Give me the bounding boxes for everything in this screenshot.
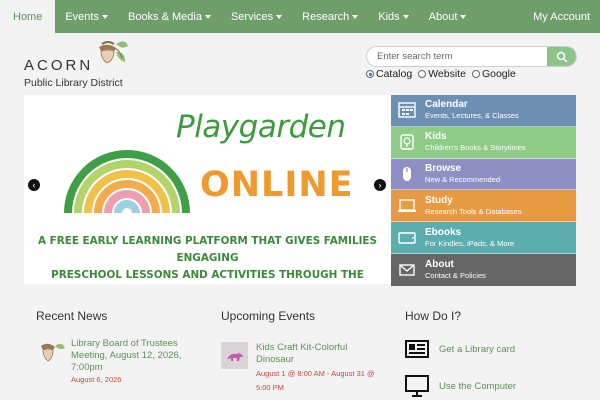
- quick-link-study[interactable]: Study Research Tools & Databases: [391, 190, 576, 223]
- quick-link-calendar-label: Calendar: [425, 99, 468, 111]
- nav-research-label: Research: [302, 10, 350, 23]
- quick-link-browse-sub: New & Recommended: [425, 174, 501, 184]
- quick-link-ebooks[interactable]: Ebooks For Kindles, iPads, & More: [391, 222, 576, 254]
- scope-google-label: Google: [481, 68, 516, 80]
- howdo-library-card[interactable]: Get a Library card: [405, 339, 515, 359]
- tablet-icon: [395, 227, 419, 249]
- event-thumbnail[interactable]: [221, 342, 248, 369]
- howdo-computer-label: Use the Computer: [439, 380, 517, 392]
- hero-carousel[interactable]: Playgarden ONLINE A FREE EARLY LEARNING …: [24, 95, 391, 284]
- news-item-title[interactable]: Library Board of Trustees Meeting, Augus…: [71, 338, 211, 374]
- nav-services-label: Services: [230, 10, 274, 23]
- upcoming-events-heading: Upcoming Events: [221, 309, 316, 323]
- my-account-label: My Account: [533, 10, 590, 23]
- nav-kids[interactable]: Kids: [368, 0, 418, 33]
- dinosaur-icon: [226, 352, 243, 361]
- quick-link-kids-sub: Children's Books & Storytimes: [425, 143, 526, 153]
- nav-events-label: Events: [65, 10, 99, 23]
- chevron-down-icon: [204, 15, 211, 19]
- quick-link-browse[interactable]: Browse New & Recommended: [391, 158, 576, 191]
- computer-icon: [405, 375, 429, 397]
- acorn-icon: [99, 41, 128, 64]
- hero-title-playgarden: Playgarden: [176, 109, 346, 145]
- radio-selected-icon[interactable]: [366, 70, 374, 78]
- nav-books-media[interactable]: Books & Media: [118, 0, 221, 33]
- chevron-down-icon: [276, 15, 283, 19]
- kids-book-icon: [395, 131, 419, 153]
- library-card-icon: [405, 340, 429, 358]
- scope-google[interactable]: Google: [471, 68, 516, 80]
- quick-link-about[interactable]: About Contact & Policies: [391, 253, 576, 286]
- hero-description-line1: A FREE EARLY LEARNING PLATFORM THAT GIVE…: [37, 235, 378, 264]
- main-nav: Home Events Books & Media Services Resea…: [0, 0, 600, 33]
- recent-news-heading: Recent News: [36, 309, 108, 323]
- scope-catalog[interactable]: Catalog: [366, 68, 412, 80]
- howdo-computer[interactable]: Use the Computer: [405, 375, 516, 397]
- carousel-next-icon[interactable]: ›: [374, 179, 386, 191]
- chevron-down-icon: [402, 15, 409, 19]
- mail-icon: [395, 259, 419, 281]
- nav-services[interactable]: Services: [221, 0, 292, 33]
- nav-kids-label: Kids: [378, 10, 400, 23]
- chevron-down-icon: [101, 15, 108, 19]
- event-item-date: August 1 @ 8:00 AM - August 31 @ 5:00 PM: [256, 369, 375, 392]
- quick-link-ebooks-label: Ebooks: [425, 226, 462, 238]
- quick-link-kids-label: Kids: [425, 131, 447, 143]
- hero-description-line2: PRESCHOOL LESSONS AND ACTIVITIES THROUGH…: [51, 269, 364, 281]
- radio-icon[interactable]: [471, 70, 480, 78]
- calendar-icon: [395, 99, 419, 121]
- scope-website[interactable]: Website: [418, 68, 466, 80]
- radio-icon[interactable]: [418, 70, 427, 78]
- nav-about[interactable]: About: [419, 0, 477, 33]
- quick-link-ebooks-sub: For Kindles, iPads, & More: [425, 238, 515, 248]
- quick-links-menu: Calendar Events, Lectures, & Classes Kids…: [391, 95, 576, 286]
- search-box: [366, 46, 577, 67]
- search-scope: Catalog Website Google: [366, 68, 522, 80]
- mouse-icon: [395, 163, 419, 185]
- search-icon: [556, 51, 567, 62]
- chevron-down-icon: [460, 15, 467, 19]
- acorn-icon: [41, 343, 65, 362]
- news-item-date: August 6, 2026: [71, 375, 122, 384]
- search-input[interactable]: [367, 47, 547, 66]
- search-button[interactable]: [547, 47, 576, 66]
- logo-subtitle: Public Library District: [24, 77, 123, 89]
- scope-catalog-label: Catalog: [376, 68, 413, 80]
- my-account-link[interactable]: My Account: [523, 0, 600, 33]
- laptop-icon: [395, 195, 419, 217]
- chevron-down-icon: [352, 15, 359, 19]
- quick-link-about-label: About: [425, 258, 454, 270]
- quick-link-calendar[interactable]: Calendar Events, Lectures, & Classes: [391, 95, 576, 127]
- nav-home[interactable]: Home: [0, 0, 56, 33]
- nav-books-media-label: Books & Media: [127, 10, 202, 23]
- how-do-i-heading: How Do I?: [405, 309, 462, 323]
- quick-link-study-label: Study: [425, 194, 453, 206]
- carousel-prev-icon[interactable]: ‹: [28, 179, 40, 191]
- scope-website-label: Website: [428, 68, 466, 80]
- hero-title-online: ONLINE: [200, 165, 354, 205]
- nav-home-label: Home: [13, 10, 43, 23]
- quick-link-calendar-sub: Events, Lectures, & Classes: [425, 111, 519, 121]
- quick-link-about-sub: Contact & Policies: [425, 270, 486, 280]
- event-item-title[interactable]: Kids Craft Kit-Colorful Dinosaur: [256, 342, 366, 366]
- logo-name[interactable]: ACORN: [24, 57, 93, 74]
- quick-link-browse-label: Browse: [425, 162, 462, 174]
- quick-link-study-sub: Research Tools & Databases: [425, 206, 522, 216]
- nav-events[interactable]: Events: [55, 0, 118, 33]
- hero-description: A FREE EARLY LEARNING PLATFORM THAT GIVE…: [34, 233, 381, 284]
- howdo-library-card-label: Get a Library card: [439, 343, 516, 355]
- nav-research[interactable]: Research: [292, 0, 368, 33]
- nav-about-label: About: [428, 10, 458, 23]
- quick-link-kids[interactable]: Kids Children's Books & Storytimes: [391, 126, 576, 159]
